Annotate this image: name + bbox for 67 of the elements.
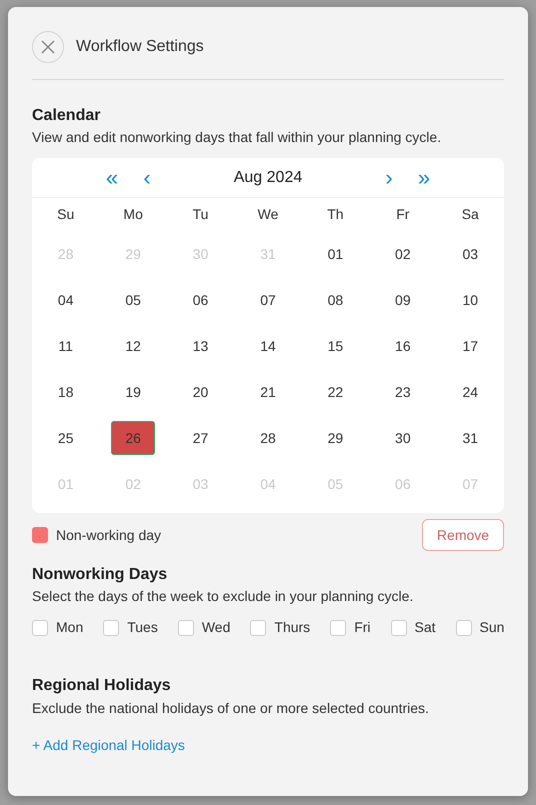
calendar-day[interactable]: 01 — [313, 237, 358, 272]
previous-month-button[interactable]: ‹ — [135, 166, 159, 189]
calendar-day[interactable]: 17 — [448, 329, 492, 364]
calendar-day[interactable]: 30 — [380, 421, 425, 456]
checkbox-label: Wed — [202, 618, 230, 638]
next-month-button[interactable]: › — [376, 166, 401, 189]
calendar-day[interactable]: 22 — [313, 375, 358, 410]
calendar-day[interactable]: 28 — [246, 421, 290, 456]
section-heading: Calendar — [32, 106, 102, 126]
section-heading: Regional Holidays — [32, 676, 172, 696]
last-page-button[interactable]: » — [412, 166, 436, 189]
calendar-day[interactable]: 07 — [246, 283, 290, 318]
checkbox-label: Tues — [127, 618, 158, 638]
checkbox[interactable] — [103, 620, 120, 636]
checkbox[interactable] — [330, 620, 346, 636]
checkbox[interactable] — [250, 620, 266, 636]
section-description: View and edit nonworking days that fall within your planning cycle. — [32, 128, 442, 148]
calendar-day[interactable]: 08 — [313, 283, 358, 318]
calendar-day[interactable]: 16 — [380, 329, 425, 364]
weekday-label: Tu — [192, 205, 210, 224]
calendar-day[interactable]: 13 — [178, 329, 223, 364]
calendar-day[interactable]: 29 — [313, 421, 358, 456]
calendar-day[interactable]: 25 — [44, 421, 88, 456]
checkbox[interactable] — [456, 620, 472, 636]
calendar-day[interactable]: 20 — [178, 375, 223, 410]
checkbox-label: Mon — [56, 618, 84, 638]
section-heading: Nonworking Days — [32, 565, 168, 584]
calendar-day[interactable]: 31 — [448, 421, 492, 456]
month-title: Aug 2024 — [234, 168, 302, 188]
section-description: Select the days of the week to exclude in your planning cycle. — [32, 587, 414, 606]
calendar-day[interactable]: 11 — [44, 329, 88, 364]
dialog-title: Workflow Settings — [76, 37, 204, 57]
calendar-day[interactable]: 27 — [178, 421, 223, 456]
calendar-day[interactable]: 23 — [380, 375, 425, 410]
calendar-day[interactable]: 15 — [313, 329, 358, 364]
weekday-label: We — [256, 205, 280, 224]
section-description: Exclude the national holidays of one or more selected countries. — [32, 698, 430, 718]
calendar-day[interactable]: 02 — [380, 237, 425, 272]
weekday-label: Sa — [460, 205, 480, 224]
calendar-day[interactable]: 12 — [111, 329, 156, 364]
calendar-day[interactable]: 10 — [448, 283, 492, 318]
weekday-label: Fr — [395, 205, 410, 224]
legend-label: Non-working day — [56, 526, 162, 545]
checkbox-label: Sat — [414, 618, 436, 638]
calendar-day[interactable]: 05 — [111, 283, 156, 318]
weekday-label: Mo — [122, 205, 144, 224]
calendar-day[interactable]: 04 — [44, 283, 88, 318]
calendar-day[interactable]: 21 — [246, 375, 290, 410]
checkbox[interactable] — [32, 620, 48, 636]
checkbox-label: Thurs — [274, 618, 310, 638]
calendar-day[interactable]: 14 — [246, 329, 290, 364]
checkbox-label: Fri — [354, 618, 371, 638]
checkbox-label: Sun — [480, 618, 504, 638]
checkbox[interactable] — [178, 620, 194, 636]
calendar-day[interactable]: 09 — [380, 283, 425, 318]
first-page-button[interactable]: « — [100, 166, 124, 189]
calendar-day[interactable]: 19 — [111, 375, 156, 410]
weekday-label: Th — [326, 205, 345, 224]
close-button[interactable] — [32, 31, 64, 63]
weekday-label: Su — [56, 205, 76, 224]
checkbox[interactable] — [390, 620, 407, 636]
calendar-day[interactable]: 24 — [448, 375, 492, 410]
calendar-day[interactable]: 06 — [178, 283, 223, 318]
close-icon — [41, 40, 55, 54]
calendar-day[interactable]: 03 — [448, 237, 492, 272]
remove-button[interactable]: Remove — [422, 519, 504, 552]
calendar-day[interactable]: 18 — [44, 375, 88, 410]
